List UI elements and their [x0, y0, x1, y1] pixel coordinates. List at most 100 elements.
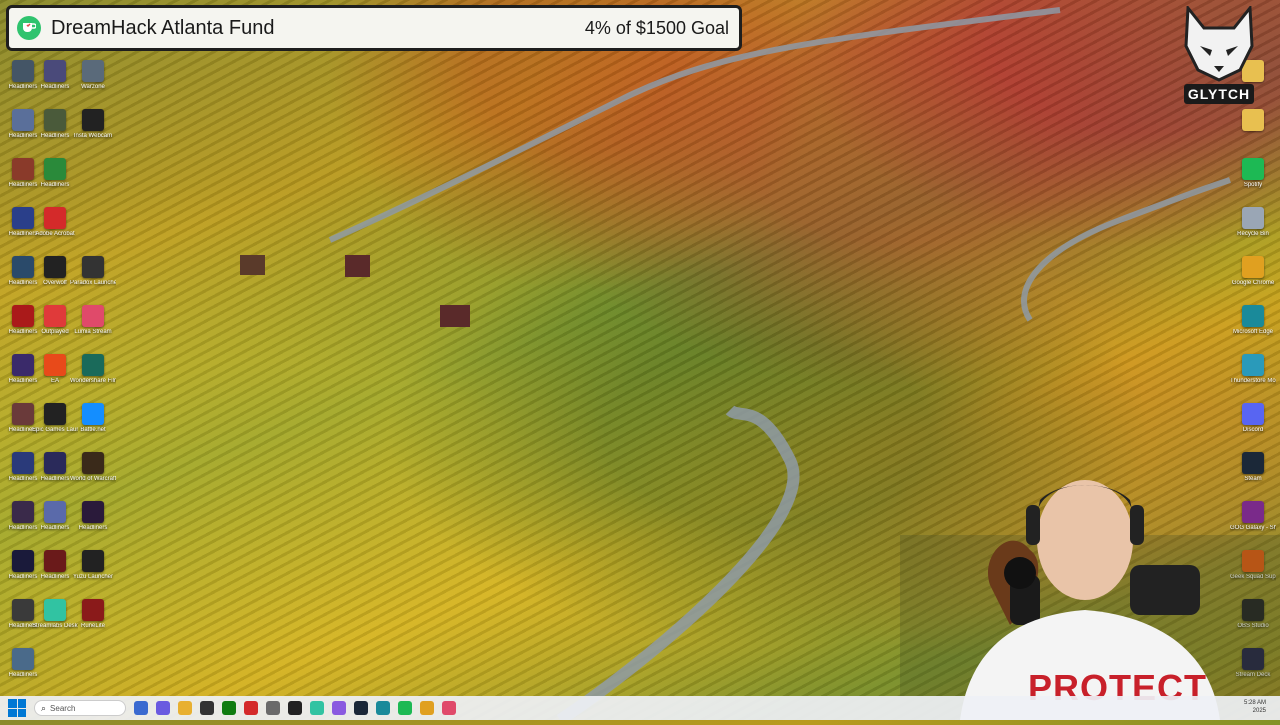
donation-goal-text: 4% of $1500 Goal	[584, 17, 729, 38]
spotify-icon	[1242, 158, 1264, 180]
taskbar-clock[interactable]: 5:28 AM 2025	[1244, 699, 1266, 715]
blank-icon	[82, 207, 104, 229]
desktop-icon-column-3: Warzone Insta Webcam Paradox Launcher Lumia…	[70, 58, 116, 646]
desktop-shortcut-label: Headliners	[8, 672, 38, 678]
taskbar-steam-icon[interactable]	[354, 701, 368, 715]
headliners-icon	[12, 550, 34, 572]
desktop-shortcut-discord[interactable]: Discord	[1230, 401, 1276, 450]
warzone-icon	[82, 60, 104, 82]
donation-goal-bar: DreamHack Atlanta Fund 4% of $1500 Goal	[6, 5, 742, 51]
webcam-icon	[82, 109, 104, 131]
headliners-icon	[12, 648, 34, 670]
headliners-icon	[12, 207, 34, 229]
desktop-shortcut-recycle-bin[interactable]: Recycle Bin	[1230, 205, 1276, 254]
taskbar-widgets-icon[interactable]	[134, 701, 148, 715]
overwolf-icon	[44, 256, 66, 278]
headliners-icon	[44, 501, 66, 523]
search-icon: ⌕	[41, 702, 47, 713]
desktop-shortcut-blank	[70, 205, 116, 254]
taskbar-xbox-icon[interactable]	[222, 701, 236, 715]
taskbar: ⌕ Search 5:28 AM 2025	[0, 696, 1280, 720]
headliners-icon	[12, 158, 34, 180]
desktop-shortcut-yuzu[interactable]: Yuzu Launcher	[70, 548, 116, 597]
desktop-shortcut-headliners[interactable]: Headliners	[0, 646, 46, 695]
desktop-shortcut-label: Yuzu Launcher	[72, 574, 114, 580]
taskbar-streamlabs-icon[interactable]	[310, 701, 324, 715]
edge-icon	[1242, 305, 1264, 327]
taskbar-copilot-icon[interactable]	[156, 701, 170, 715]
thunderstore-icon	[1242, 354, 1264, 376]
desktop-shortcut-label: Spotify	[1243, 182, 1263, 188]
desktop-shortcut-wow[interactable]: World of Warcraft	[70, 450, 116, 499]
taskbar-snipping-icon[interactable]	[332, 701, 346, 715]
desktop-shortcut-thunderstore[interactable]: Thunderstore Mod Manager	[1230, 352, 1276, 401]
desktop-shortcut-label: Headliners	[78, 525, 108, 531]
epic-games-icon	[44, 403, 66, 425]
desktop-shortcut-spotify[interactable]: Spotify	[1230, 156, 1276, 205]
donation-title: DreamHack Atlanta Fund	[51, 16, 275, 39]
donation-cup-icon	[17, 16, 41, 40]
desktop-shortcut-paradox[interactable]: Paradox Launcher	[70, 254, 116, 303]
desktop-shortcut-label: Google Chrome	[1231, 280, 1275, 286]
ea-icon	[44, 354, 66, 376]
webcam-overlay: PROTECT	[900, 455, 1280, 720]
headliners-icon	[44, 550, 66, 572]
taskbar-lumia-icon[interactable]	[442, 701, 456, 715]
desktop-shortcut-lumia[interactable]: Lumia Stream	[70, 303, 116, 352]
desktop-shortcut-folder[interactable]	[1230, 107, 1276, 156]
recycle-bin-icon	[1242, 207, 1264, 229]
desktop-shortcut-filmora[interactable]: Wondershare Filmora	[70, 352, 116, 401]
headliners-icon	[44, 60, 66, 82]
desktop-shortcut-headliners[interactable]: Headliners	[70, 499, 116, 548]
desktop-shortcut-label: Microsoft Edge	[1232, 329, 1274, 335]
taskbar-settings-icon[interactable]	[266, 701, 280, 715]
headliners-icon	[12, 452, 34, 474]
desktop-shortcut-warzone[interactable]: Warzone	[70, 58, 116, 107]
desktop-shortcut-runelite[interactable]: RuneLite	[70, 597, 116, 646]
desktop-shortcut-webcam[interactable]: Insta Webcam	[70, 107, 116, 156]
headliners-icon	[12, 256, 34, 278]
taskbar-apps	[126, 701, 456, 715]
headliners-icon	[44, 109, 66, 131]
desktop-shortcut-battlenet[interactable]: Battle.net	[70, 401, 116, 450]
headliners-icon	[82, 501, 104, 523]
taskbar-acrobat-icon[interactable]	[244, 701, 258, 715]
clock-date: 2025	[1252, 708, 1266, 714]
headliners-icon	[12, 599, 34, 621]
runelite-icon	[82, 599, 104, 621]
taskbar-edge-icon[interactable]	[376, 701, 390, 715]
streamlabs-icon	[44, 599, 66, 621]
desktop-shortcut-label: RuneLite	[80, 623, 106, 629]
acrobat-icon	[44, 207, 66, 229]
desktop-shortcut-edge[interactable]: Microsoft Edge	[1230, 303, 1276, 352]
desktop-shortcut-label: Recycle Bin	[1237, 231, 1269, 237]
taskbar-chrome-icon[interactable]	[420, 701, 434, 715]
headliners-icon	[12, 354, 34, 376]
taskbar-search-box[interactable]: ⌕ Search	[34, 700, 126, 716]
blank-icon	[82, 158, 104, 180]
filmora-icon	[82, 354, 104, 376]
taskbar-file-explorer-icon[interactable]	[178, 701, 192, 715]
taskbar-terminal-icon[interactable]	[200, 701, 214, 715]
taskbar-spotify-icon[interactable]	[398, 701, 412, 715]
clock-time: 5:28 AM	[1243, 700, 1266, 706]
paradox-icon	[82, 256, 104, 278]
yuzu-icon	[82, 550, 104, 572]
start-windows-icon[interactable]	[8, 699, 26, 717]
desktop-shortcut-chrome[interactable]: Google Chrome	[1230, 254, 1276, 303]
glytch-logo: GLYTCH	[1180, 3, 1258, 106]
desktop-shortcut-label: Thunderstore Mod Manager	[1230, 378, 1276, 384]
taskbar-obs-icon[interactable]	[288, 701, 302, 715]
desktop-shortcut-label: Lumia Stream	[74, 329, 112, 335]
chrome-icon	[1242, 256, 1264, 278]
discord-icon	[1242, 403, 1264, 425]
desktop-shortcut-label: Insta Webcam	[73, 133, 113, 139]
headliners-icon	[12, 60, 34, 82]
headliners-icon	[44, 158, 66, 180]
desktop-shortcut-label: Discord	[1242, 427, 1264, 433]
desktop-shortcut-label: Battle.net	[80, 427, 106, 433]
glytch-logo-text: GLYTCH	[1187, 86, 1251, 102]
desktop-shortcut-label: World of Warcraft	[70, 476, 116, 482]
headliners-icon	[44, 452, 66, 474]
folder-icon	[1242, 109, 1264, 131]
